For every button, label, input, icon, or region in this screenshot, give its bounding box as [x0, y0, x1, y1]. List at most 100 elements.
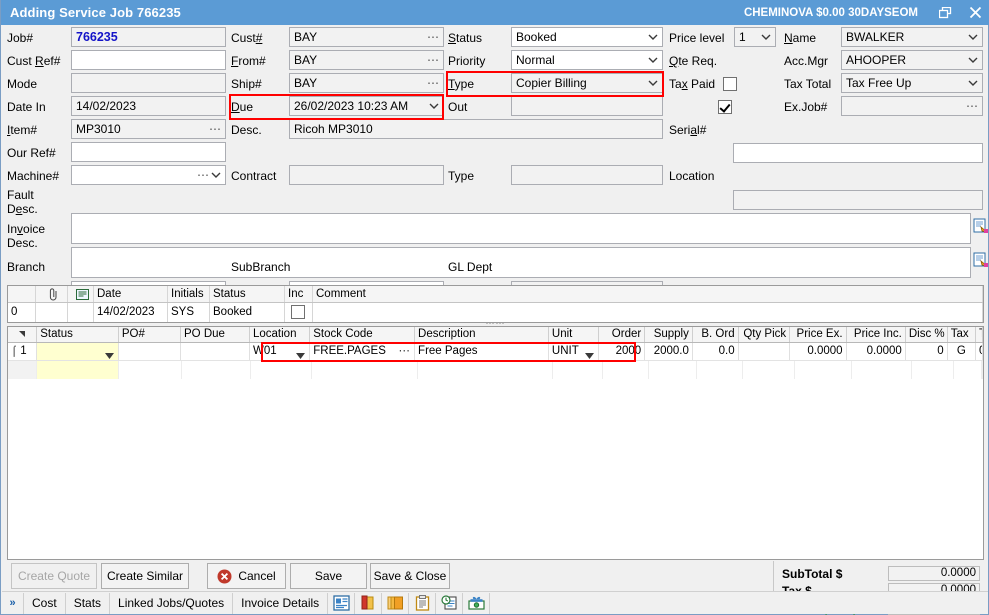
ship-no-lookup-icon[interactable]: ⋯ [427, 74, 440, 92]
priority-chevron-down-icon[interactable] [647, 52, 659, 68]
cust-no-lookup-icon[interactable]: ⋯ [427, 28, 440, 46]
lines-cell-po-no[interactable] [119, 343, 181, 360]
lines-col-price-ex[interactable]: Price Ex. [790, 327, 846, 342]
comment-inc-checkbox[interactable] [291, 305, 305, 319]
lines-cell-location[interactable]: W01 [250, 343, 310, 360]
comment-cell-inc[interactable] [285, 303, 313, 322]
tax-total-field[interactable]: Tax Free Up [841, 73, 983, 93]
lines-col-po-no[interactable]: PO# [119, 327, 181, 342]
comment-cell-note[interactable] [68, 303, 94, 322]
name-field[interactable]: BWALKER [841, 27, 983, 47]
tab-cost[interactable]: Cost [24, 593, 66, 614]
fault-desc-attach-document-icon[interactable] [973, 218, 989, 234]
lines-cell-price-inc[interactable]: 0.0000 [847, 343, 906, 360]
restore-window-icon[interactable] [930, 0, 960, 25]
invoice-desc-field[interactable] [71, 247, 971, 278]
serial-no-field[interactable] [733, 143, 983, 163]
table-row[interactable]: ⌠ 1 W01 FREE.PAGES ⋯ Free Pages [8, 343, 983, 361]
cancel-button[interactable]: Cancel [207, 563, 286, 589]
contract-type-field[interactable] [511, 165, 663, 185]
our-ref-no-field[interactable] [71, 142, 226, 162]
clipboard-icon[interactable] [409, 593, 436, 614]
status-field[interactable]: Booked [511, 27, 663, 47]
lines-unit-chevron-down-icon[interactable] [585, 348, 594, 360]
due-field[interactable]: 26/02/2023 10:23 AM [289, 96, 444, 116]
ship-no-field[interactable]: BAY ⋯ [289, 73, 444, 93]
price-level-chevron-down-icon[interactable] [760, 29, 772, 45]
comment-col-date[interactable]: Date [94, 286, 168, 302]
lines-col-description[interactable]: Description [415, 327, 549, 342]
lines-col-stock-code[interactable]: Stock Code [310, 327, 415, 342]
lines-col-total[interactable]: Total [976, 327, 983, 342]
from-no-field[interactable]: BAY ⋯ [289, 50, 444, 70]
acc-mgr-chevron-down-icon[interactable] [967, 52, 979, 68]
lines-status-chevron-down-icon[interactable] [105, 348, 114, 360]
out-field[interactable] [511, 96, 663, 116]
mode-field[interactable] [71, 73, 226, 93]
item-no-lookup-icon[interactable]: ⋯ [209, 120, 222, 138]
lines-col-order[interactable]: Order [599, 327, 645, 342]
lines-col-unit[interactable]: Unit [549, 327, 600, 342]
lines-cell-description[interactable]: Free Pages [415, 343, 549, 360]
select-all-corner-icon[interactable] [8, 327, 37, 342]
comment-col-index[interactable] [8, 286, 36, 302]
tab-stats[interactable]: Stats [66, 593, 110, 614]
history-doc-icon[interactable] [436, 593, 463, 614]
lines-cell-price-ex[interactable]: 0.0000 [790, 343, 846, 360]
create-similar-button[interactable]: Create Similar [101, 563, 189, 589]
price-level-field[interactable]: 1 [734, 27, 776, 47]
location-field[interactable] [733, 190, 983, 210]
lines-location-chevron-down-icon[interactable] [296, 348, 305, 360]
comment-col-initials[interactable]: Initials [168, 286, 210, 302]
type-field[interactable]: Copier Billing [511, 73, 663, 93]
desc-field[interactable]: Ricoh MP3010 [289, 119, 663, 139]
lines-cell-stock-code[interactable]: FREE.PAGES ⋯ [310, 343, 415, 360]
tab-invoice-details[interactable]: Invoice Details [233, 593, 328, 614]
contact-card-icon[interactable] [328, 593, 355, 614]
lines-col-supply[interactable]: Supply [645, 327, 693, 342]
copy-pages-icon[interactable] [382, 593, 409, 614]
from-no-lookup-icon[interactable]: ⋯ [427, 51, 440, 69]
lines-col-qty-pick[interactable]: Qty Pick [739, 327, 791, 342]
comment-col-inc[interactable]: Inc [285, 286, 313, 302]
create-quote-button[interactable]: Create Quote [11, 563, 97, 589]
job-no-field[interactable]: 766235 [71, 27, 226, 47]
lines-cell-total[interactable]: 0.0000 [976, 343, 983, 360]
cust-no-field[interactable]: BAY ⋯ [289, 27, 444, 47]
lines-col-disc-pct[interactable]: Disc % [906, 327, 948, 342]
date-in-field[interactable]: 14/02/2023 [71, 96, 226, 116]
comment-col-comment[interactable]: Comment [313, 286, 983, 302]
comment-col-status[interactable]: Status [210, 286, 285, 302]
qte-req-checkbox[interactable] [723, 77, 737, 91]
lines-cell-disc-pct[interactable]: 0 [906, 343, 948, 360]
acc-mgr-field[interactable]: AHOOPER [841, 50, 983, 70]
machine-no-field[interactable]: ⋯ [71, 165, 226, 185]
lines-stock-code-lookup-icon[interactable]: ⋯ [399, 343, 412, 360]
item-no-field[interactable]: MP3010 ⋯ [71, 119, 226, 139]
lines-cell-status[interactable] [37, 343, 119, 360]
contract-field[interactable] [289, 165, 444, 185]
machine-no-lookup-icon[interactable]: ⋯ [197, 166, 210, 184]
lines-cell-unit[interactable]: UNIT [549, 343, 600, 360]
machine-no-chevron-down-icon[interactable] [210, 167, 222, 183]
invoice-desc-attach-document-icon[interactable] [973, 252, 989, 268]
expand-chevron-icon[interactable]: » [2, 593, 24, 614]
tax-total-chevron-down-icon[interactable] [967, 75, 979, 91]
save-close-button[interactable]: Save & Close [370, 563, 450, 589]
tab-linked-jobs-quotes[interactable]: Linked Jobs/Quotes [110, 593, 233, 614]
gift-money-icon[interactable] [463, 593, 490, 614]
priority-field[interactable]: Normal [511, 50, 663, 70]
attachment-icon[interactable] [36, 286, 68, 302]
cust-ref-no-field[interactable] [71, 50, 226, 70]
lines-cell-tax[interactable]: G [948, 343, 976, 360]
lines-grid-new-row[interactable] [8, 361, 983, 379]
lines-cell-supply[interactable]: 2000.0 [645, 343, 693, 360]
red-folder-icon[interactable] [355, 593, 382, 614]
comment-cell-attach[interactable] [36, 303, 68, 322]
lines-cell-qty-pick[interactable] [739, 343, 791, 360]
due-chevron-down-icon[interactable] [428, 98, 440, 114]
lines-col-status[interactable]: Status [37, 327, 119, 342]
lines-cell-order[interactable]: 2000 [599, 343, 645, 360]
lines-col-b-ord[interactable]: B. Ord [693, 327, 739, 342]
ex-job-no-field[interactable]: ⋯ [841, 96, 983, 116]
